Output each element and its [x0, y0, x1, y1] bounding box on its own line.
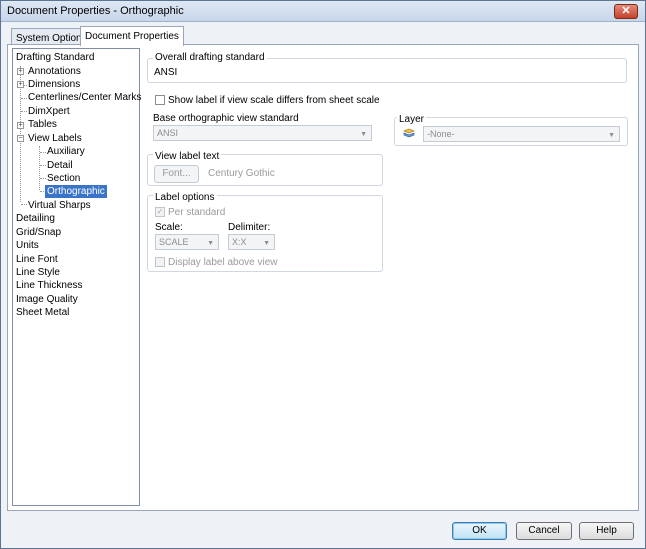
- base-standard-select[interactable]: ANSI ▼: [153, 125, 372, 141]
- scale-label: Scale:: [155, 222, 183, 233]
- per-standard-checkbox[interactable]: ✓: [155, 207, 165, 217]
- layer-select[interactable]: -None- ▼: [423, 126, 620, 142]
- layer-group: Layer -None- ▼: [394, 114, 628, 146]
- font-name: Century Gothic: [208, 168, 275, 179]
- window-title: Document Properties - Orthographic: [7, 5, 184, 17]
- label-options-group: Label options ✓ Per standard Scale: SCAL…: [147, 192, 383, 272]
- collapse-view-labels-icon[interactable]: −: [17, 135, 24, 142]
- view-label-text-title: View label text: [153, 151, 222, 162]
- tree-item-detailing[interactable]: Detailing: [16, 212, 55, 225]
- tree-item-orthographic[interactable]: Orthographic: [45, 185, 107, 198]
- layer-icon: [403, 128, 415, 138]
- tree-item-drafting-standard[interactable]: Drafting Standard: [16, 51, 94, 64]
- tree-item-dimensions[interactable]: Dimensions: [28, 78, 80, 91]
- show-label-text: Show label if view scale differs from sh…: [168, 95, 380, 106]
- per-standard-label: Per standard: [168, 207, 226, 218]
- delimiter-label: Delimiter:: [228, 222, 271, 233]
- tree-item-line-thickness[interactable]: Line Thickness: [16, 279, 83, 292]
- dialog-window: Document Properties - Orthographic ✕ Sys…: [0, 0, 646, 549]
- base-standard-label: Base orthographic view standard: [153, 113, 299, 124]
- tree-item-view-labels[interactable]: View Labels: [28, 132, 82, 145]
- tree-item-tables[interactable]: Tables: [28, 118, 57, 131]
- delimiter-value: X:X: [232, 237, 247, 247]
- base-standard-value: ANSI: [157, 128, 179, 138]
- ok-button[interactable]: OK: [452, 522, 507, 540]
- tree-item-virtual-sharps[interactable]: Virtual Sharps: [28, 199, 91, 212]
- chevron-down-icon: ▼: [360, 131, 367, 138]
- tree-item-units[interactable]: Units: [16, 239, 39, 252]
- display-above-checkbox[interactable]: [155, 257, 165, 267]
- chevron-down-icon: ▼: [608, 132, 615, 139]
- display-above-label: Display label above view: [168, 257, 278, 268]
- tree-item-line-style[interactable]: Line Style: [16, 266, 60, 279]
- tree-item-dimxpert[interactable]: DimXpert: [28, 105, 70, 118]
- help-button[interactable]: Help: [579, 522, 634, 540]
- chevron-down-icon: ▼: [207, 240, 214, 247]
- font-button[interactable]: Font...: [154, 165, 199, 183]
- tree-item-annotations[interactable]: Annotations: [28, 65, 81, 78]
- tree-item-grid-snap[interactable]: Grid/Snap: [16, 226, 61, 239]
- tree-item-image-quality[interactable]: Image Quality: [16, 293, 78, 306]
- expand-dimensions-icon[interactable]: +: [17, 81, 24, 88]
- scale-select[interactable]: SCALE ▼: [155, 234, 219, 250]
- label-options-title: Label options: [153, 192, 217, 203]
- tab-content: + + + − Drafting Standard Annotations Di…: [7, 44, 639, 511]
- options-tree[interactable]: + + + − Drafting Standard Annotations Di…: [12, 48, 141, 506]
- close-button[interactable]: ✕: [614, 4, 638, 19]
- delimiter-select[interactable]: X:X ▼: [228, 234, 275, 250]
- tree-item-section[interactable]: Section: [47, 172, 80, 185]
- tree-item-detail[interactable]: Detail: [47, 159, 73, 172]
- expand-annotations-icon[interactable]: +: [17, 68, 24, 75]
- scale-value: SCALE: [159, 237, 189, 247]
- title-bar: Document Properties - Orthographic ✕: [1, 1, 645, 22]
- tree-item-auxiliary[interactable]: Auxiliary: [47, 145, 85, 158]
- chevron-down-icon: ▼: [263, 240, 270, 247]
- view-label-text-group: View label text Font... Century Gothic: [147, 151, 383, 186]
- overall-drafting-standard-title: Overall drafting standard: [153, 52, 267, 63]
- layer-value: -None-: [427, 129, 455, 139]
- overall-drafting-standard-group: Overall drafting standard ANSI: [147, 52, 627, 83]
- layer-title: Layer: [397, 114, 427, 125]
- cancel-button[interactable]: Cancel: [516, 522, 572, 540]
- tree-item-centerlines[interactable]: Centerlines/Center Marks: [28, 91, 141, 104]
- expand-tables-icon[interactable]: +: [17, 122, 24, 129]
- show-label-checkbox[interactable]: [155, 95, 165, 105]
- tree-item-sheet-metal[interactable]: Sheet Metal: [16, 306, 69, 319]
- overall-drafting-standard-value: ANSI: [154, 67, 178, 78]
- tab-document-properties[interactable]: Document Properties: [80, 26, 184, 46]
- tree-item-line-font[interactable]: Line Font: [16, 253, 58, 266]
